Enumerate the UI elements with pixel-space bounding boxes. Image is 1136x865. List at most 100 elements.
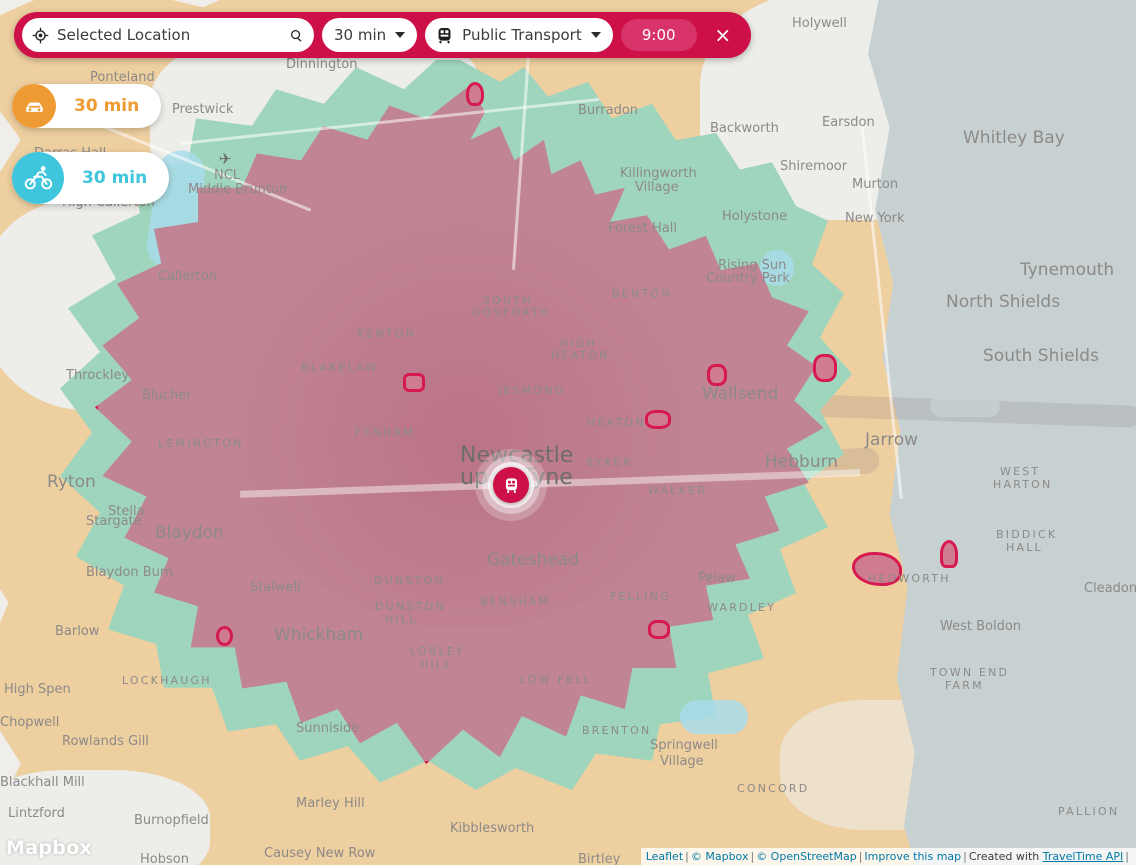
mode-badge-bike[interactable]: 30 min (12, 152, 170, 204)
map-label: BYKER (586, 456, 633, 469)
map-label: Whitley Bay (963, 128, 1065, 148)
map-label: Gateshead (487, 550, 580, 570)
map-label: Marley Hill (296, 796, 365, 811)
map-label: Shiremoor (780, 159, 848, 174)
map-label: Murton (852, 177, 899, 192)
map-label: BENSHAM (480, 595, 551, 608)
map-label: High Spen (4, 682, 71, 697)
map-label: Blucher (142, 388, 192, 403)
map-label: Stella (108, 504, 145, 519)
bicycle-icon (24, 165, 52, 189)
transport-mode-selector[interactable]: Public Transport (425, 18, 613, 52)
map-label: Lintzford (8, 806, 65, 821)
mapbox-logo[interactable]: Mapbox (6, 837, 92, 859)
map-label: Forest Hall (608, 221, 677, 236)
search-toolbar: Selected Location 30 min Public Transpor… (14, 12, 751, 58)
map-label: WARDLEY (707, 601, 777, 614)
departure-time-field[interactable]: 9:00 (620, 19, 697, 51)
map-label: Chopwell (0, 715, 60, 730)
map-label: South Shields (983, 346, 1099, 366)
map-label: Rising Sun (718, 258, 787, 273)
map-label: HILL (420, 658, 453, 671)
map-label: SOUTH (483, 294, 533, 307)
transport-mode-value: Public Transport (462, 26, 582, 44)
map-label: West Boldon (940, 619, 1022, 634)
attribution-bar: Leaflet | © Mapbox | © OpenStreetMap | Improve… (640, 848, 1136, 865)
attribution-osm-link[interactable]: © OpenStreetMap (756, 850, 857, 863)
map-label: Village (635, 180, 679, 195)
map-label: Throckley (66, 368, 130, 383)
chevron-down-icon (590, 32, 601, 38)
map-label: GOSFORTH (472, 306, 551, 319)
map-label: HARTON (993, 478, 1053, 491)
map-label: Killingworth (620, 166, 697, 181)
map-label: Village (660, 754, 704, 769)
map-label: JESMOND (498, 384, 566, 397)
map-label: WALKER (648, 484, 707, 497)
close-button[interactable]: × (701, 15, 745, 55)
map-label: DUNSTON (375, 600, 446, 613)
car-badge-circle (12, 84, 56, 128)
map-label: Ponteland (90, 70, 155, 85)
attribution-traveltime-link[interactable]: TravelTime API (1043, 850, 1124, 863)
map-label: Blaydon (155, 523, 224, 543)
attribution-mapbox-link[interactable]: © Mapbox (691, 850, 749, 863)
marker-pin (493, 467, 529, 503)
chevron-down-icon (395, 32, 406, 38)
map-labels: PontelandDinningtonDudleyBurradonBackwor… (0, 0, 1136, 865)
map-label: Middle Brunton (188, 182, 288, 197)
map-label: PALLION (1058, 805, 1120, 818)
mode-badge-car[interactable]: 30 min (12, 84, 162, 128)
selected-location-marker[interactable] (475, 449, 547, 521)
map-label: HEATON (587, 416, 646, 429)
map-label: FENHAM (355, 426, 415, 439)
train-icon (438, 27, 451, 43)
gps-target-icon (32, 27, 49, 43)
map-label: Burradon (578, 103, 639, 118)
map-label: HILL (385, 613, 418, 626)
map-label: Rowlands Gill (62, 734, 149, 749)
map-label: BIDDICK (996, 528, 1058, 541)
map-label: Pelaw (698, 571, 736, 586)
map-label: KENTON (357, 327, 417, 340)
duration-value: 30 min (334, 26, 387, 44)
map-label: FELLING (610, 590, 671, 603)
map-label: Barlow (55, 624, 100, 639)
map-label: Hebburn (765, 452, 839, 472)
map-label: Ryton (47, 472, 96, 492)
map-label: Jarrow (865, 430, 919, 450)
train-station-icon (505, 477, 517, 493)
app-root: ✈ PontelandDinningtonDudleyBurradonBackw… (0, 0, 1136, 865)
map-label: North Shields (946, 292, 1061, 312)
map-label: Backworth (710, 121, 779, 136)
attribution-created-with-label: Created with (968, 850, 1040, 863)
map-label: Sunniside (296, 721, 360, 736)
map-canvas[interactable]: ✈ PontelandDinningtonDudleyBurradonBackw… (0, 0, 1136, 865)
map-label: Tynemouth (1020, 260, 1115, 280)
map-label: Blackhall Mill (0, 775, 85, 790)
search-icon[interactable] (289, 28, 304, 43)
map-label: HEDWORTH (868, 572, 951, 585)
map-label: Wallsend (702, 384, 779, 404)
attribution-improve-link[interactable]: Improve this map (864, 850, 961, 863)
car-badge-label: 30 min (74, 96, 140, 116)
map-label: Holystone (722, 209, 788, 224)
map-label: TOWN END (930, 666, 1010, 679)
map-label: LOCKHAUGH (122, 674, 212, 687)
location-search-field[interactable]: Selected Location (22, 18, 314, 52)
map-label: LOW FELL (520, 673, 592, 686)
map-label: HEATON (551, 349, 610, 362)
duration-selector[interactable]: 30 min (322, 18, 418, 52)
location-input-value[interactable]: Selected Location (57, 26, 289, 44)
map-label: DUNSTON (374, 574, 445, 587)
map-label: LOBLEY (410, 645, 465, 658)
bike-badge-label: 30 min (82, 168, 148, 188)
map-label: Callerton (158, 269, 217, 284)
map-label: Holywell (792, 16, 847, 31)
map-label: Stargate (86, 514, 142, 529)
map-label: Earsdon (822, 115, 875, 130)
map-label: Hobson (140, 852, 189, 865)
map-label: New York (845, 211, 905, 226)
attribution-leaflet-link[interactable]: Leaflet (646, 850, 683, 863)
map-label: Springwell (650, 738, 718, 753)
